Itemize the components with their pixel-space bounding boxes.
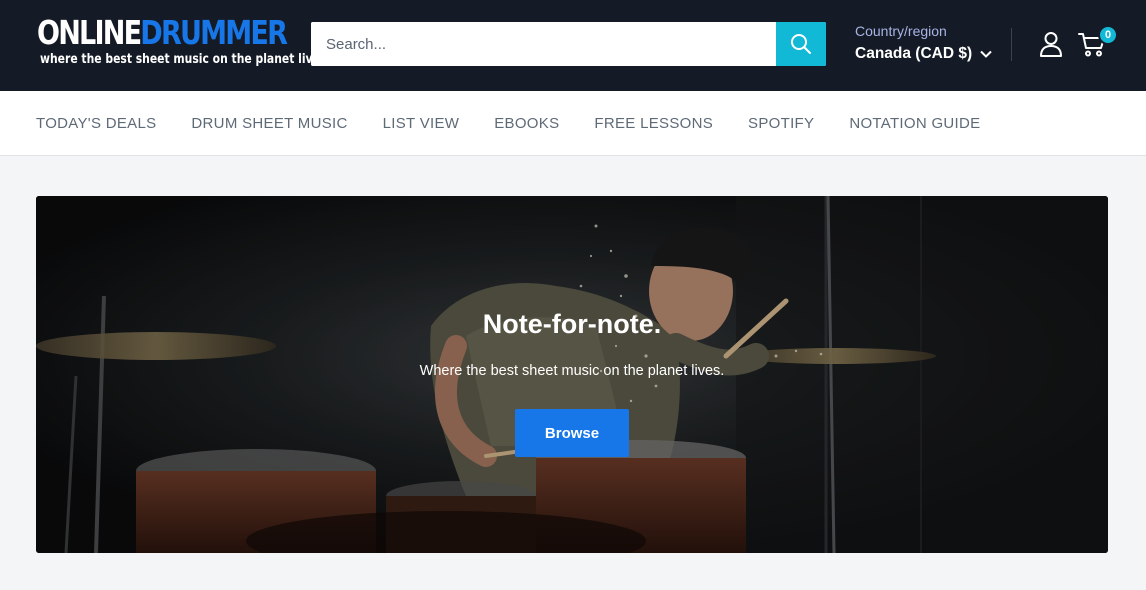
main-nav: TODAY'S DEALS DRUM SHEET MUSIC LIST VIEW… [0, 91, 1146, 156]
country-value: Canada (CAD $) [855, 45, 973, 62]
hero-title: Note-for-note. [482, 309, 662, 339]
country-dropdown[interactable]: Canada (CAD $) [855, 45, 992, 63]
site-header: ONLINEDRUMMER where the best sheet music… [0, 0, 1146, 91]
browse-button[interactable]: Browse [515, 409, 629, 457]
search-icon [791, 34, 811, 54]
logo-wordmark: ONLINEDRUMMER [37, 13, 288, 52]
nav-item-drum-sheet-music[interactable]: DRUM SHEET MUSIC [191, 115, 347, 132]
country-label: Country/region [855, 23, 947, 39]
chevron-down-icon [980, 50, 992, 58]
hero-banner: Note-for-note. Where the best sheet musi… [36, 196, 1108, 553]
nav-item-notation-guide[interactable]: NOTATION GUIDE [849, 115, 980, 132]
nav-item-ebooks[interactable]: EBOOKS [494, 115, 559, 132]
logo-word-drummer: DRUMMER [140, 13, 288, 52]
hero-content: Note-for-note. Where the best sheet musi… [36, 196, 1108, 553]
nav-item-free-lessons[interactable]: FREE LESSONS [594, 115, 713, 132]
search-input[interactable] [311, 22, 776, 66]
site-logo[interactable]: ONLINEDRUMMER where the best sheet music… [37, 13, 327, 71]
nav-item-spotify[interactable]: SPOTIFY [748, 115, 814, 132]
country-selector[interactable]: Country/region Canada (CAD $) [855, 22, 992, 63]
search-button[interactable] [776, 22, 826, 66]
search-form [311, 22, 826, 66]
cart-count-badge: 0 [1098, 25, 1118, 45]
header-divider [1011, 28, 1012, 61]
user-icon[interactable] [1039, 31, 1063, 57]
logo-word-online: ONLINE [37, 13, 142, 52]
nav-item-todays-deals[interactable]: TODAY'S DEALS [36, 115, 156, 132]
hero-subtitle: Where the best sheet music on the planet… [419, 363, 725, 379]
nav-item-list-view[interactable]: LIST VIEW [383, 115, 460, 132]
nav-list: TODAY'S DEALS DRUM SHEET MUSIC LIST VIEW… [36, 91, 1015, 155]
logo-tagline: where the best sheet music on the planet… [40, 51, 327, 67]
